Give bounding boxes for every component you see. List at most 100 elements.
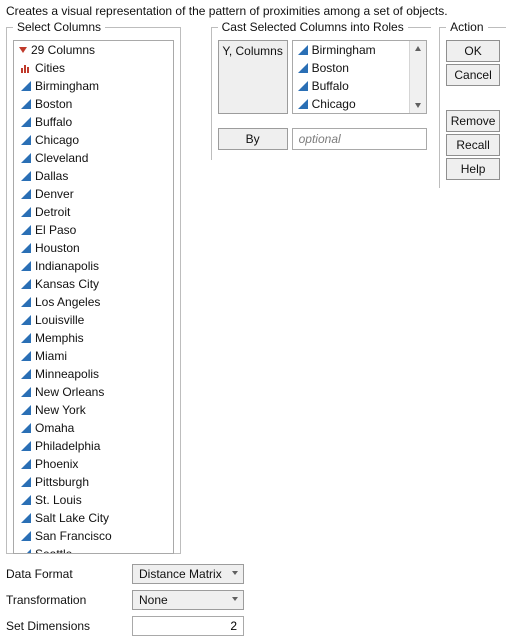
column-item[interactable]: Denver [14, 185, 173, 203]
column-item[interactable]: Phoenix [14, 455, 173, 473]
column-list[interactable]: 29 Columns Cities BirminghamBostonBuffal… [13, 40, 174, 554]
chevron-down-icon [231, 595, 239, 606]
scrollbar[interactable] [409, 41, 426, 113]
column-item[interactable]: Salt Lake City [14, 509, 173, 527]
cast-roles-group: Cast Selected Columns into Roles Y, Colu… [211, 20, 432, 160]
by-button[interactable]: By [218, 128, 288, 150]
description: Creates a visual representation of the p… [6, 4, 506, 20]
column-item-label: Miami [35, 348, 67, 364]
column-item[interactable]: St. Louis [14, 491, 173, 509]
column-item[interactable]: Miami [14, 347, 173, 365]
column-item-label: Cities [35, 60, 65, 76]
continuous-icon [20, 224, 32, 236]
continuous-icon [20, 332, 32, 344]
continuous-icon [20, 296, 32, 308]
y-column-label: Boston [312, 60, 349, 76]
column-item[interactable]: Louisville [14, 311, 173, 329]
column-item-label: New Orleans [35, 384, 104, 400]
continuous-icon [20, 458, 32, 470]
column-item-label: Louisville [35, 312, 84, 328]
column-item[interactable]: Seattle [14, 545, 173, 554]
transformation-select[interactable]: None [132, 590, 244, 610]
y-column-item[interactable]: Chicago [293, 95, 411, 113]
continuous-icon [20, 386, 32, 398]
column-item[interactable]: New Orleans [14, 383, 173, 401]
continuous-icon [20, 368, 32, 380]
column-item-label: San Francisco [35, 528, 112, 544]
y-column-item[interactable]: Buffalo [293, 77, 411, 95]
continuous-icon [20, 242, 32, 254]
column-item[interactable]: El Paso [14, 221, 173, 239]
continuous-icon [297, 80, 309, 92]
continuous-icon [20, 152, 32, 164]
continuous-icon [20, 350, 32, 362]
continuous-icon [20, 404, 32, 416]
column-item-label: Omaha [35, 420, 74, 436]
column-item[interactable]: Birmingham [14, 77, 173, 95]
column-item[interactable]: Detroit [14, 203, 173, 221]
column-item-label: El Paso [35, 222, 76, 238]
column-item-label: Seattle [35, 546, 72, 554]
continuous-icon [20, 440, 32, 452]
column-item-label: Kansas City [35, 276, 99, 292]
continuous-icon [20, 170, 32, 182]
column-item[interactable]: Minneapolis [14, 365, 173, 383]
continuous-icon [20, 314, 32, 326]
continuous-icon [20, 422, 32, 434]
by-input[interactable]: optional [292, 128, 428, 150]
column-item-label: Houston [35, 240, 80, 256]
column-item[interactable]: Los Angeles [14, 293, 173, 311]
y-columns-button[interactable]: Y, Columns [218, 40, 288, 114]
column-item[interactable]: Memphis [14, 329, 173, 347]
y-column-item[interactable]: Boston [293, 59, 411, 77]
column-item[interactable]: Indianapolis [14, 257, 173, 275]
column-item[interactable]: Houston [14, 239, 173, 257]
select-columns-group: Select Columns 29 Columns Cities Birm [6, 20, 181, 554]
column-item[interactable]: Pittsburgh [14, 473, 173, 491]
column-item[interactable]: Philadelphia [14, 437, 173, 455]
set-dimensions-input[interactable] [132, 616, 244, 636]
column-item[interactable]: Kansas City [14, 275, 173, 293]
column-item-label: Buffalo [35, 114, 72, 130]
help-button[interactable]: Help [446, 158, 500, 180]
column-item[interactable]: New York [14, 401, 173, 419]
continuous-icon [20, 494, 32, 506]
column-item[interactable]: San Francisco [14, 527, 173, 545]
cancel-button[interactable]: Cancel [446, 64, 500, 86]
y-column-label: Chicago [312, 96, 356, 112]
data-format-select[interactable]: Distance Matrix [132, 564, 244, 584]
continuous-icon [20, 548, 32, 554]
column-item-label: Salt Lake City [35, 510, 109, 526]
scroll-down-icon[interactable] [410, 97, 426, 113]
column-item-label: St. Louis [35, 492, 82, 508]
disclosure-triangle-icon[interactable] [18, 45, 28, 55]
column-item-label: New York [35, 402, 86, 418]
y-column-label: Birmingham [312, 42, 376, 58]
column-item[interactable]: Omaha [14, 419, 173, 437]
continuous-icon [20, 188, 32, 200]
options-form: Data Format Distance Matrix Transformati… [6, 564, 506, 636]
recall-button[interactable]: Recall [446, 134, 500, 156]
column-item-label: Indianapolis [35, 258, 99, 274]
continuous-icon [20, 512, 32, 524]
transformation-label: Transformation [6, 593, 124, 607]
column-item-label: Denver [35, 186, 74, 202]
column-item-cities[interactable]: Cities [14, 59, 173, 77]
ok-button[interactable]: OK [446, 40, 500, 62]
column-item[interactable]: Chicago [14, 131, 173, 149]
y-column-item[interactable]: Birmingham [293, 41, 411, 59]
continuous-icon [20, 206, 32, 218]
column-item[interactable]: Buffalo [14, 113, 173, 131]
scroll-up-icon[interactable] [410, 41, 426, 57]
continuous-icon [20, 98, 32, 110]
y-columns-list[interactable]: Birmingham BostonBuffaloChicago [292, 40, 428, 114]
set-dimensions-label: Set Dimensions [6, 619, 124, 633]
column-item[interactable]: Dallas [14, 167, 173, 185]
continuous-icon [20, 476, 32, 488]
cast-roles-legend: Cast Selected Columns into Roles [218, 20, 408, 34]
data-format-label: Data Format [6, 567, 124, 581]
column-item[interactable]: Boston [14, 95, 173, 113]
column-item[interactable]: Cleveland [14, 149, 173, 167]
remove-button[interactable]: Remove [446, 110, 500, 132]
column-list-header[interactable]: 29 Columns [14, 41, 173, 59]
